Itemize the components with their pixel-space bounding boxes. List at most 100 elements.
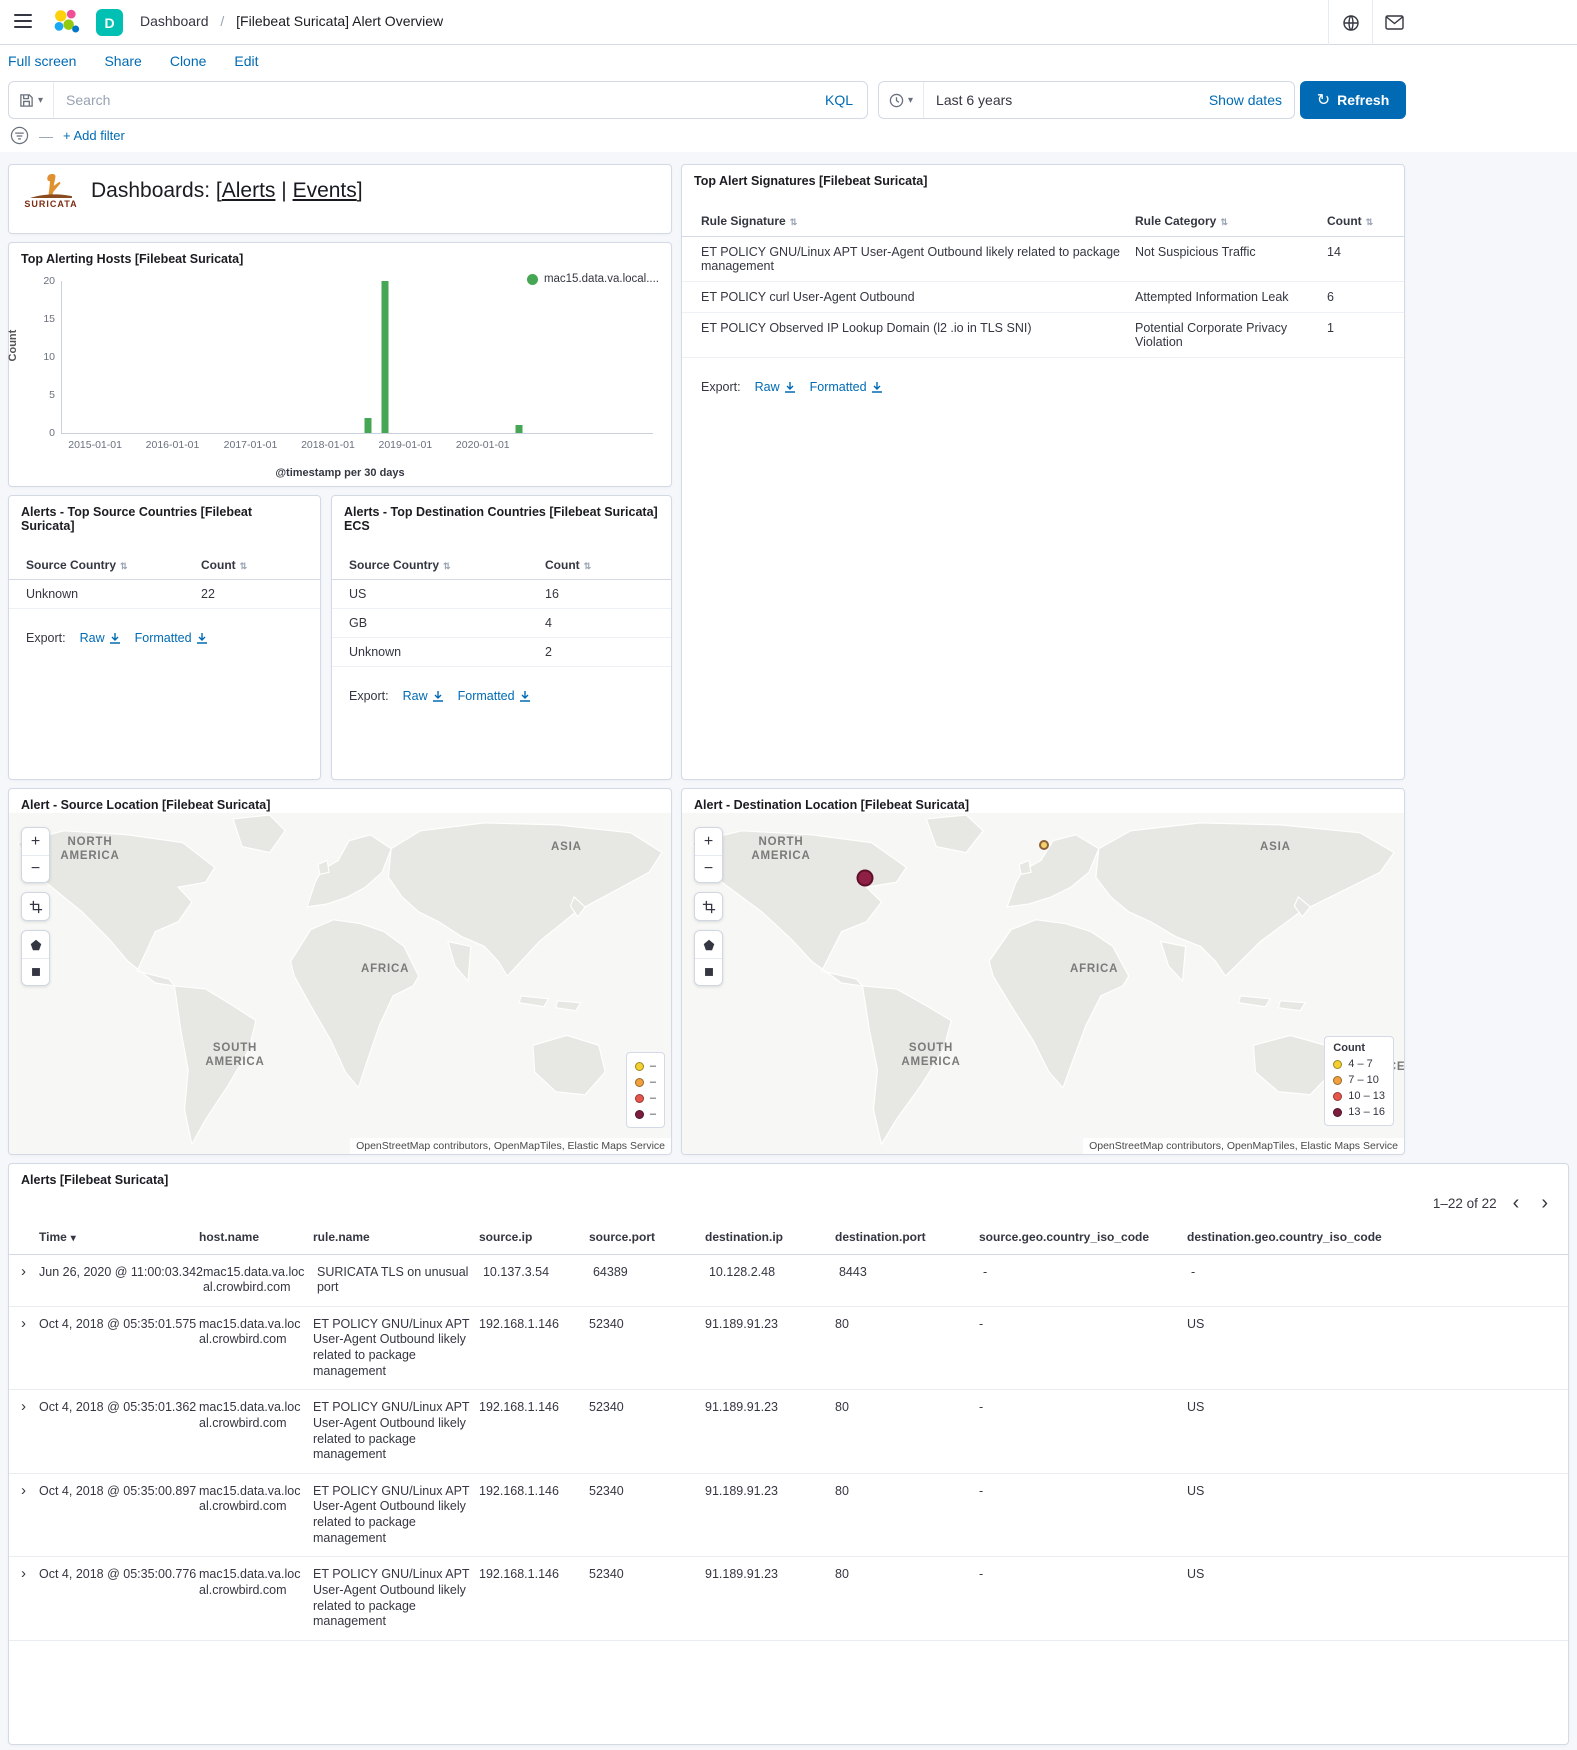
table-row: › Oct 4, 2018 @ 05:35:00.776 mac15.data.… <box>9 1557 1568 1641</box>
column-header-count[interactable]: Count⇅ <box>201 558 271 572</box>
table-row: › Oct 4, 2018 @ 05:35:01.575 mac15.data.… <box>9 1307 1568 1391</box>
search-input[interactable] <box>54 92 811 108</box>
legend-item: 7 – 10 <box>1333 1072 1385 1088</box>
polygon-tool-button[interactable] <box>22 931 49 958</box>
table-row: ET POLICY GNU/Linux APT User-Agent Outbo… <box>682 237 1404 282</box>
world-map[interactable] <box>9 813 671 1154</box>
expand-row-icon[interactable]: › <box>9 1484 39 1498</box>
pagination-label: 1–22 of 22 <box>1433 1196 1497 1211</box>
chevron-down-icon: ▾ <box>38 95 43 106</box>
column-header-source-ip[interactable]: source.ip <box>479 1230 589 1245</box>
export-label: Export: <box>349 689 389 703</box>
column-header-rule-category[interactable]: Rule Category⇅ <box>1135 214 1327 228</box>
saved-query-menu-button[interactable]: ▾ <box>9 82 54 118</box>
help-icon[interactable] <box>1328 0 1372 45</box>
sort-icon: ⇅ <box>443 561 451 571</box>
alerts-dashboard-link[interactable]: Alerts <box>222 179 276 202</box>
legend-item: – <box>635 1090 656 1106</box>
column-header-time[interactable]: Time▾ <box>39 1230 199 1246</box>
download-icon <box>871 381 883 393</box>
map-label: NORTH AMERICA <box>49 835 131 864</box>
table-row: ET POLICY curl User-Agent Outbound Attem… <box>682 282 1404 313</box>
zoom-in-button[interactable]: + <box>22 828 49 855</box>
expand-row-icon[interactable]: › <box>9 1567 39 1581</box>
expand-row-icon[interactable]: › <box>9 1317 39 1331</box>
map-point[interactable] <box>857 869 874 886</box>
export-formatted-link[interactable]: Formatted <box>135 631 208 645</box>
export-formatted-link[interactable]: Formatted <box>810 380 883 394</box>
kql-language-button[interactable]: KQL <box>811 92 867 108</box>
menu-icon[interactable] <box>14 14 32 28</box>
column-header-rule-signature[interactable]: Rule Signature⇅ <box>682 214 1135 228</box>
x-tick-label: 2020-01-01 <box>456 439 510 451</box>
export-formatted-link[interactable]: Formatted <box>458 689 531 703</box>
clone-button[interactable]: Clone <box>170 53 207 69</box>
map-point[interactable] <box>1039 840 1049 850</box>
map-controls: + − <box>21 827 50 986</box>
y-axis-label: Count <box>7 329 19 361</box>
full-screen-button[interactable]: Full screen <box>8 53 76 69</box>
add-filter-button[interactable]: + Add filter <box>63 128 125 143</box>
sort-icon: ⇅ <box>584 561 592 571</box>
quick-time-menu-button[interactable]: ▾ <box>879 82 924 118</box>
show-dates-button[interactable]: Show dates <box>1197 92 1294 108</box>
column-header-destination-geo[interactable]: destination.geo.country_iso_code <box>1187 1230 1387 1245</box>
crop-tool-button[interactable] <box>695 893 722 920</box>
bounds-tool-button[interactable] <box>695 958 722 985</box>
column-header-destination-port[interactable]: destination.port <box>835 1230 979 1245</box>
legend-item: – <box>635 1106 656 1122</box>
source-location-map[interactable]: NORTH AMERICA ASIA AFRICA SOUTH AMERICA … <box>9 813 671 1154</box>
export-raw-link[interactable]: Raw <box>403 689 444 703</box>
destination-location-map[interactable]: NORTH AMERICA ASIA AFRICA SOUTH AMERICA … <box>682 813 1404 1154</box>
share-button[interactable]: Share <box>104 53 141 69</box>
breadcrumb-dashboard[interactable]: Dashboard <box>140 13 209 29</box>
legend-color-icon <box>635 1110 644 1119</box>
panel-title: Top Alerting Hosts [Filebeat Suricata] <box>9 243 671 270</box>
zoom-in-button[interactable]: + <box>695 828 722 855</box>
export-raw-link[interactable]: Raw <box>80 631 121 645</box>
events-dashboard-link[interactable]: Events <box>293 179 357 202</box>
map-label: AFRICA <box>361 963 409 975</box>
column-header-count[interactable]: Count⇅ <box>1327 214 1387 228</box>
map-label: SOUTH AMERICA <box>194 1041 276 1070</box>
zoom-out-button[interactable]: − <box>695 855 722 882</box>
crop-tool-button[interactable] <box>22 893 49 920</box>
map-attribution: OpenStreetMap contributors, OpenMapTiles… <box>350 1138 671 1154</box>
expand-row-icon[interactable]: › <box>9 1400 39 1414</box>
column-header-source-port[interactable]: source.port <box>589 1230 705 1245</box>
column-header-count[interactable]: Count⇅ <box>545 558 615 572</box>
alerts-table-panel: Alerts [Filebeat Suricata] 1–22 of 22 ‹ … <box>8 1163 1569 1745</box>
next-page-button[interactable]: › <box>1535 1192 1554 1215</box>
column-header-rule[interactable]: rule.name <box>313 1230 479 1245</box>
elastic-logo-icon[interactable] <box>52 8 80 39</box>
newsfeed-mail-icon[interactable] <box>1372 0 1416 45</box>
map-label: SOUTH AMERICA <box>890 1041 972 1070</box>
chevron-down-icon: ▾ <box>908 95 913 106</box>
time-range-value[interactable]: Last 6 years <box>924 92 1197 108</box>
world-map[interactable] <box>682 813 1404 1154</box>
bounds-tool-button[interactable] <box>22 958 49 985</box>
zoom-out-button[interactable]: − <box>22 855 49 882</box>
column-header-host[interactable]: host.name <box>199 1230 313 1245</box>
export-raw-link[interactable]: Raw <box>755 380 796 394</box>
column-header-source-geo[interactable]: source.geo.country_iso_code <box>979 1230 1187 1245</box>
filter-icon[interactable] <box>10 126 29 145</box>
y-tick-label: 10 <box>43 351 55 363</box>
x-tick-label: 2017-01-01 <box>224 439 278 451</box>
legend-color-icon <box>635 1094 644 1103</box>
sort-icon: ⇅ <box>240 561 248 571</box>
app-header: D Dashboard / [Filebeat Suricata] Alert … <box>0 0 1577 45</box>
prev-page-button[interactable]: ‹ <box>1507 1192 1526 1215</box>
column-header-source-country[interactable]: Source Country⇅ <box>9 558 201 572</box>
column-header-source-country[interactable]: Source Country⇅ <box>332 558 545 572</box>
refresh-button[interactable]: ↻ Refresh <box>1300 81 1406 119</box>
expand-row-icon[interactable]: › <box>9 1265 39 1279</box>
panel-title: Alerts [Filebeat Suricata] <box>9 1164 1568 1191</box>
breadcrumb-separator: / <box>220 13 224 29</box>
edit-button[interactable]: Edit <box>234 53 258 69</box>
sort-desc-icon: ▾ <box>71 1233 76 1244</box>
space-avatar[interactable]: D <box>96 9 123 36</box>
polygon-tool-button[interactable] <box>695 931 722 958</box>
column-header-destination-ip[interactable]: destination.ip <box>705 1230 835 1245</box>
signatures-table: Rule Signature⇅ Rule Category⇅ Count⇅ ET… <box>682 206 1404 358</box>
